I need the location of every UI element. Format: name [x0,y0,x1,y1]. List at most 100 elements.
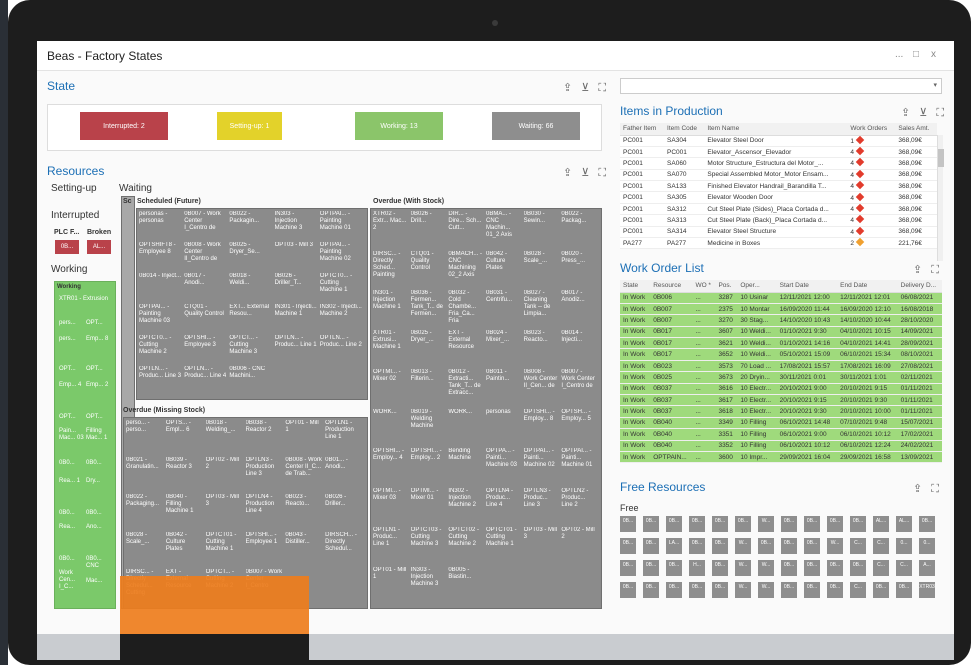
working-tile[interactable]: XTR01 - Extrusion [59,296,113,303]
free-resource-tile[interactable]: 0B... [643,582,659,598]
overdue-missing-resource-tile[interactable]: OPT02 - Mill 2 [206,457,243,491]
free-resource-tile[interactable]: 0B... [781,582,797,598]
overdue-missing-resource-tile[interactable]: OPTLN3 - Production Line 3 [246,457,283,491]
free-resource-tile[interactable]: XTR03 [919,582,935,598]
state-interrupted-chip[interactable]: Interrupted: 2 [80,112,168,140]
scheduled-resource-tile[interactable]: OPTLN... - Produc... Line 2 [320,335,362,363]
overdue-stock-resource-tile[interactable]: OPTSHI... - Employ... 8 [524,409,559,446]
column-header[interactable]: Item Code [664,123,705,136]
overdue-stock-resource-tile[interactable]: 0B014 - Injecti... [561,330,596,367]
overdue-missing-resource-tile[interactable]: 0B039 - Reactor 3 [166,457,203,491]
overdue-stock-resource-tile[interactable]: OPTCT03 - Cutting Machine 3 [411,527,446,564]
overdue-missing-resource-tile[interactable]: OPTLN4 - Production Line 4 [246,494,283,528]
share-icon[interactable]: ⇪ [913,264,922,276]
scheduled-resource-tile[interactable]: OPTSHIFT8 - Employee 8 [139,242,181,270]
free-resource-tile[interactable]: 0B... [896,582,912,598]
scheduled-resource-tile[interactable]: IN302 - Injecti... Machine 2 [320,304,362,332]
working-tile[interactable]: Rea... 1 [59,478,85,485]
overdue-stock-resource-tile[interactable]: OPTLN4 - Produc... Line 4 [486,488,521,525]
working-tile[interactable]: Emp... 8 [86,336,114,343]
item-row[interactable]: PC001 SA060 Motor Structure_Estructura del… [620,157,937,170]
free-resource-tile[interactable]: 0B... [689,582,705,598]
state-waiting-chip[interactable]: Waiting: 66 [492,112,580,140]
free-resource-tile[interactable]: 0B... [666,560,682,576]
column-header[interactable]: State [620,280,651,293]
item-row[interactable]: PC001 PC001 Elevator_Ascensor_Elevador 4 368… [620,146,937,159]
free-resource-tile[interactable]: 0B... [666,516,682,532]
overdue-stock-resource-tile[interactable]: OPTSH... - Employ... 5 [561,409,596,446]
working-tile[interactable]: 0B0... [59,510,85,517]
overdue-stock-resource-tile[interactable]: 0BMACH... - CNC Machining 02_2 Axis [448,251,483,288]
work-order-row[interactable]: In Work OPTPAIN...... 3600 10 Impr... 29/09/… [620,451,942,464]
overdue-stock-resource-tile[interactable]: 0B013 - Filterin... [411,369,446,406]
overdue-stock-resource-tile[interactable]: 0B005 - Biastin... [448,567,483,604]
column-header[interactable]: Start Date [776,280,838,293]
share-icon[interactable]: ⇪ [563,82,572,94]
working-tile[interactable]: 0B0... CNC [86,556,114,570]
free-resource-tile[interactable]: 0B... [620,582,636,598]
overdue-missing-resource-tile[interactable]: DIRSCH... - Directly Schedul... [325,532,362,566]
scheduled-resource-tile[interactable]: OPTPAI... - Painting Machine 03 [139,304,181,332]
expand-icon[interactable]: ⛶ [931,264,939,276]
items-scrollbar[interactable] [937,135,944,261]
overdue-missing-resource-tile[interactable]: 0B008 - Work Center II_C... de Trab... [285,457,322,491]
overdue-stock-resource-tile[interactable]: 0B007 - Work Center I_Centro de [561,369,596,406]
overdue-stock-resource-tile[interactable]: XTR02 - Extr... Mac... 2 [373,211,408,248]
scheduled-resource-tile[interactable]: OPTCT... - Cutting Machine 3 [229,335,271,363]
overdue-stock-resource-tile[interactable]: 0B020 - Press_... [561,251,596,288]
interrupted-resource-2[interactable]: AL... [87,240,111,254]
overdue-missing-resource-tile[interactable]: OPTS... - Empl... 6 [166,420,203,454]
overdue-missing-resource-tile[interactable]: 0B040 - Filling Machine 1 [166,494,203,528]
overdue-stock-resource-tile[interactable]: OPTPA... - Painti... Machine 03 [486,448,521,485]
work-order-row[interactable]: In Work 0B037... 3617 10 Electr... 20/10/202… [620,394,942,407]
free-resource-tile[interactable]: C... [873,538,889,554]
maximize-button[interactable]: □ [913,49,919,60]
overdue-stock-resource-tile[interactable]: 0BMA... - CNC Machin... 01_2 Axis [486,211,521,248]
filter-icon[interactable]: ⊻ [919,107,927,119]
working-tile[interactable]: 0B0... [86,460,114,467]
scheduled-resource-tile[interactable]: OPTLN... - Produc... Line 1 [275,335,317,363]
work-order-row[interactable]: In Work 0B007... 2375 10 Montar 16/09/2020 1… [620,303,942,316]
working-tile[interactable]: 0B0... [59,460,85,467]
overdue-stock-resource-tile[interactable]: 0B036 - Fermen... Tank_T... de Fermen... [411,290,446,327]
scheduled-resource-tile[interactable]: OPTLN... - Produc... Line 3 [139,366,181,394]
column-header[interactable]: Father Item [620,123,665,136]
scheduled-resource-tile[interactable]: OPT03 - Mill 3 [275,242,317,270]
column-header[interactable]: Oper... [737,280,777,293]
item-row[interactable]: PC001 SA070 Special Assembled Motor_Motor … [620,169,937,182]
overdue-stock-resource-tile[interactable]: OPTMI... - Mixer 03 [373,488,408,525]
free-resource-tile[interactable]: 0B... [620,516,636,532]
overdue-stock-resource-tile[interactable]: 0B008 - Work Center II_Cen... de [524,369,559,406]
scheduled-resource-tile[interactable]: 0B014 - Inject... [139,273,181,301]
interrupted-resource-1[interactable]: 0B... [55,240,79,254]
free-resource-tile[interactable]: 0B... [758,538,774,554]
scheduled-resource-tile[interactable]: 0B018 - Weldi... [229,273,271,301]
free-resource-tile[interactable]: 0B... [873,582,889,598]
work-order-row[interactable]: In Work 0B017... 3652 10 Weldi... 05/10/2021… [620,348,942,361]
work-order-row[interactable]: In Work 0B023... 3573 70 Load ... 17/08/2021… [620,360,942,373]
column-header[interactable]: Pos. [715,280,738,293]
overdue-missing-resource-tile[interactable]: OPTCT01 - Cutting Machine 1 [206,532,243,566]
free-resource-tile[interactable]: 0B... [850,560,866,576]
column-header[interactable]: WO * [692,280,716,293]
work-order-row[interactable]: In Work 0B017... 3607 10 Weldi... 01/10/2021… [620,326,942,339]
free-resource-tile[interactable]: C... [850,582,866,598]
overdue-missing-resource-tile[interactable]: 0B01... - Anodi... [325,457,362,491]
overdue-missing-resource-tile[interactable]: perso... - perso... [126,420,163,454]
overdue-stock-resource-tile[interactable]: OPTLN1 - Produc... Line 1 [373,527,408,564]
expand-icon[interactable]: ⛶ [931,483,939,495]
column-header[interactable]: Delivery D... [897,280,942,293]
share-icon[interactable]: ⇪ [563,167,572,179]
overdue-stock-resource-tile[interactable]: OPTSHI... - Employ... 4 [373,448,408,485]
free-resource-tile[interactable]: 0B... [804,582,820,598]
working-tile[interactable]: OPT... [86,414,114,421]
column-header[interactable]: Work Orders [847,123,896,136]
overdue-stock-resource-tile[interactable]: 0B031 - Centrifu... [486,290,521,327]
expand-icon[interactable]: ⛶ [598,167,606,179]
working-tile[interactable]: 0B0... [86,510,114,517]
scheduled-resource-tile[interactable]: OPTPAI... - Painting Machine 02 [320,242,362,270]
overdue-stock-resource-tile[interactable]: 0B024 - Mixer_... [486,330,521,367]
free-resource-tile[interactable]: 0B... [827,582,843,598]
scheduled-resource-tile[interactable]: 0B026 - Driller_T... [275,273,317,301]
item-row[interactable]: PC001 SA304 Elevator Steel Door 1 368,09€ [620,135,937,147]
